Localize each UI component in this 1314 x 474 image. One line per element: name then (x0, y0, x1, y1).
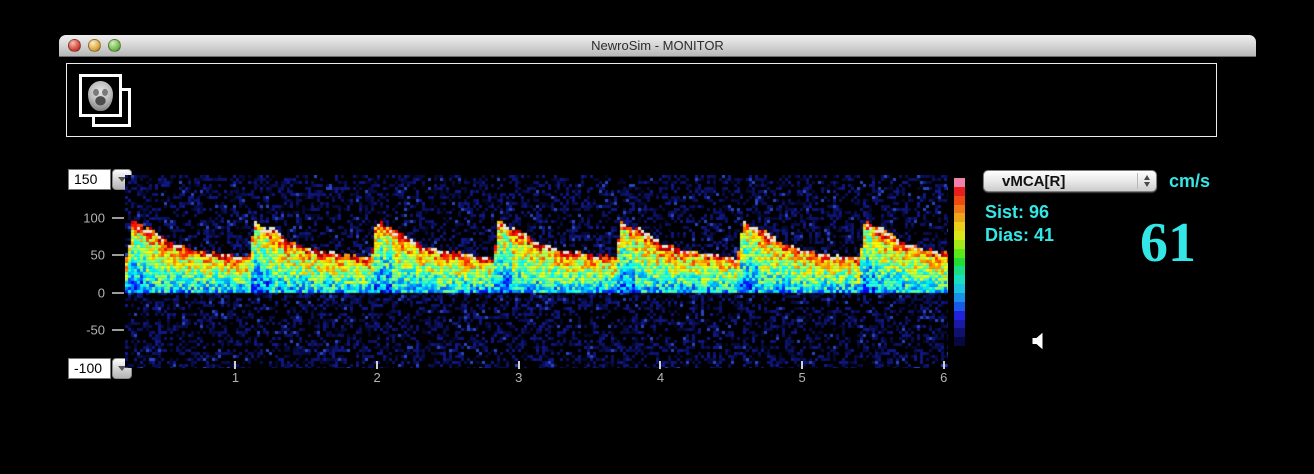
x-tick-mark (234, 361, 236, 369)
colorbar-segment (954, 240, 965, 249)
colorbar-segment (954, 205, 965, 214)
x-tick-label: 5 (798, 370, 805, 385)
y-tick-mark (112, 292, 124, 294)
colorbar-segment (954, 266, 965, 275)
x-tick-label: 1 (232, 370, 239, 385)
diastolic-label: Dias: (985, 225, 1029, 245)
arrow-up-icon (1144, 175, 1150, 180)
systolic-readout: Sist: 96 (985, 202, 1049, 223)
window-zoom-button[interactable] (108, 39, 121, 52)
x-tick-mark (801, 361, 803, 369)
colorbar-segment (954, 311, 965, 320)
colorbar-segment (954, 249, 965, 258)
window-close-button[interactable] (68, 39, 81, 52)
spectrogram-plot (125, 175, 948, 368)
colorbar-segment (954, 231, 965, 240)
x-tick-label: 6 (940, 370, 947, 385)
colorbar-segment (954, 178, 965, 187)
systolic-value: 96 (1029, 202, 1049, 222)
y-axis: 100 50 0 -50 (59, 175, 125, 368)
mean-velocity-value: 61 (1113, 215, 1223, 271)
colorbar-segment (954, 187, 965, 196)
x-tick-label: 3 (515, 370, 522, 385)
y-tick-label: 0 (59, 285, 105, 300)
colorbar-segment (954, 293, 965, 302)
colorbar-segment (954, 258, 965, 267)
speaker-icon (1030, 331, 1050, 351)
window-minimize-button[interactable] (88, 39, 101, 52)
systolic-label: Sist: (985, 202, 1024, 222)
y-tick-label: 100 (59, 210, 105, 225)
popup-arrows-icon (1137, 173, 1156, 189)
colorbar-segment (954, 302, 965, 311)
velocity-colorbar (954, 178, 965, 346)
y-tick-mark (112, 329, 124, 331)
colorbar-segment (954, 213, 965, 222)
window-title: NewroSim - MONITOR (591, 38, 724, 53)
y-tick-mark (112, 254, 124, 256)
brain-image (88, 81, 113, 111)
colorbar-segment (954, 196, 965, 205)
y-tick-mark (112, 217, 124, 219)
toolbar (66, 63, 1217, 137)
x-tick-label: 2 (374, 370, 381, 385)
x-tick-mark (943, 361, 945, 369)
vessel-select[interactable]: vMCA[R] (983, 170, 1157, 192)
x-tick-mark (659, 361, 661, 369)
window-titlebar[interactable]: NewroSim - MONITOR (59, 35, 1256, 57)
colorbar-segment (954, 222, 965, 231)
app-window: NewroSim - MONITOR 150 -100 100500-50 12… (59, 35, 1256, 474)
diastolic-value: 41 (1034, 225, 1054, 245)
x-tick-label: 4 (657, 370, 664, 385)
diastolic-readout: Dias: 41 (985, 225, 1054, 246)
vessel-select-value: vMCA[R] (984, 173, 1137, 190)
colorbar-segment (954, 337, 965, 346)
doppler-spectrogram-canvas (125, 175, 948, 368)
arrow-down-icon (1144, 182, 1150, 187)
colorbar-segment (954, 328, 965, 337)
x-axis: 1 2 3 4 5 6 (125, 361, 948, 391)
x-tick-mark (518, 361, 520, 369)
y-tick-label: -50 (59, 323, 105, 338)
colorbar-segment (954, 320, 965, 329)
brain-scan-tool-button[interactable] (79, 74, 135, 130)
colorbar-segment (954, 275, 965, 284)
colorbar-segment (954, 284, 965, 293)
traffic-lights (68, 39, 121, 52)
y-tick-label: 50 (59, 248, 105, 263)
speaker-button[interactable] (1030, 331, 1050, 351)
unit-label: cm/s (1169, 171, 1210, 192)
x-tick-mark (376, 361, 378, 369)
brain-ct-icon (79, 74, 122, 117)
